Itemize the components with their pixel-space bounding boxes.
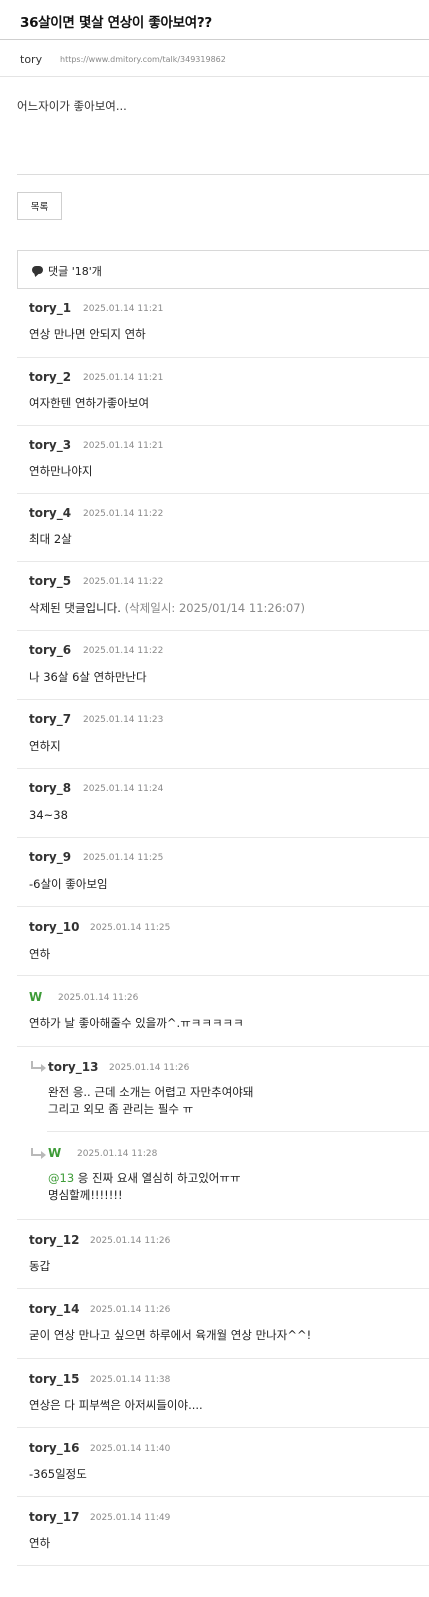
post-url[interactable]: https://www.dmitory.com/talk/349319862: [60, 55, 226, 64]
comment-date: 2025.01.14 11:21: [83, 441, 164, 451]
comment-author[interactable]: W: [29, 990, 42, 1004]
reply-item: W 2025.01.14 11:28 @13 응 진짜 요새 열심히 하고있어ㅠ…: [17, 1132, 429, 1220]
reply-text-line2: 명심할께!!!!!!!: [48, 1188, 123, 1202]
comment-author[interactable]: tory_17: [29, 1510, 79, 1524]
comment-item: W 2025.01.14 11:26 연하가 날 좋아해줄수 있을까^.ㅠㅋㅋㅋ…: [17, 976, 429, 1047]
comment-author[interactable]: tory_14: [29, 1302, 79, 1316]
reply-date: 2025.01.14 11:26: [109, 1063, 190, 1073]
comment-item: tory_17 2025.01.14 11:49 연하: [17, 1497, 429, 1566]
comment-text: -6살이 좋아보임: [29, 877, 108, 891]
reply-arrow-icon: [31, 1061, 46, 1072]
comment-date: 2025.01.14 11:21: [83, 304, 164, 314]
divider: [17, 174, 429, 175]
comment-text: 연하만나야지: [29, 464, 93, 478]
comment-author[interactable]: tory_3: [29, 438, 71, 452]
comment-item: tory_1 2025.01.14 11:21 연상 만나면 안되지 연하: [17, 289, 429, 358]
comment-date: 2025.01.14 11:22: [83, 646, 164, 656]
comment-author[interactable]: tory_6: [29, 643, 71, 657]
comment-text: 굳이 연상 만나고 싶으면 하루에서 육개월 연상 만나자^^!: [29, 1328, 312, 1342]
comment-date: 2025.01.14 11:26: [58, 993, 139, 1003]
comment-item: tory_16 2025.01.14 11:40 -365일정도: [17, 1428, 429, 1497]
comment-text: 연하: [29, 947, 51, 961]
comment-author[interactable]: tory_16: [29, 1441, 79, 1455]
comment-author[interactable]: tory_15: [29, 1372, 79, 1386]
comment-item: tory_14 2025.01.14 11:26 굳이 연상 만나고 싶으면 하…: [17, 1289, 429, 1359]
comment-author[interactable]: tory_7: [29, 712, 71, 726]
comment-item: tory_8 2025.01.14 11:24 34~38: [17, 769, 429, 838]
comment-text: 최대 2살: [29, 532, 72, 546]
comment-text: 연하: [29, 1536, 51, 1550]
reply-text-line2: 그리고 외모 좀 관리는 필수 ㅠ: [48, 1102, 194, 1116]
comment-author[interactable]: tory_1: [29, 301, 71, 315]
comment-text: 연상 만나면 안되지 연하: [29, 327, 146, 341]
comments-header: 댓글 '18'개: [17, 250, 429, 289]
comment-author[interactable]: tory_9: [29, 850, 71, 864]
comment-author[interactable]: tory_2: [29, 370, 71, 384]
comment-date: 2025.01.14 11:21: [83, 373, 164, 383]
list-button[interactable]: 목록: [17, 192, 62, 220]
comment-text: 연하가 날 좋아해줄수 있을까^.ㅠㅋㅋㅋㅋㅋ: [29, 1016, 244, 1030]
comment-author[interactable]: tory_12: [29, 1233, 79, 1247]
comment-author[interactable]: tory_10: [29, 920, 79, 934]
reply-author[interactable]: tory_13: [48, 1060, 98, 1074]
comment-text: 여자한텐 연하가좋아보여: [29, 396, 150, 410]
comment-text: 동갑: [29, 1259, 51, 1273]
reply-author[interactable]: W: [48, 1146, 61, 1160]
comment-date: 2025.01.14 11:40: [90, 1444, 171, 1454]
reply-arrow-icon: [31, 1148, 46, 1159]
comment-text: 연상은 다 피부썩은 아저씨들이야....: [29, 1398, 203, 1412]
comment-date: 2025.01.14 11:23: [83, 715, 164, 725]
comment-item: tory_7 2025.01.14 11:23 연하지: [17, 700, 429, 769]
meta-bar: tory https://www.dmitory.com/talk/349319…: [0, 41, 429, 77]
comment-text: 34~38: [29, 808, 68, 822]
comment-text: 삭제된 댓글입니다. (삭제일시: 2025/01/14 11:26:07): [29, 600, 305, 616]
comment-item: tory_10 2025.01.14 11:25 연하: [17, 907, 429, 976]
comment-date: 2025.01.14 11:22: [83, 509, 164, 519]
comment-text: 연하지: [29, 739, 61, 753]
comment-date: 2025.01.14 11:38: [90, 1375, 171, 1385]
reply-mention[interactable]: @13: [48, 1171, 74, 1185]
reply-text-line1: 완전 응.. 근데 소개는 어렵고 자만추여야돼: [48, 1085, 254, 1099]
comment-bubble-icon: [32, 266, 43, 274]
comment-date: 2025.01.14 11:49: [90, 1513, 171, 1523]
post-title: 36살이면 몇살 연상이 좋아보여??: [20, 15, 212, 31]
comment-author[interactable]: tory_8: [29, 781, 71, 795]
comment-item: tory_5 2025.01.14 11:22 삭제된 댓글입니다. (삭제일시…: [17, 562, 429, 631]
reply-text-line1: @13 응 진짜 요새 열심히 하고있어ㅠㅠ: [48, 1170, 241, 1186]
comment-item: tory_12 2025.01.14 11:26 동갑: [17, 1220, 429, 1289]
post-author[interactable]: tory: [20, 53, 42, 66]
comment-item: tory_6 2025.01.14 11:22 나 36살 6살 연하만난다: [17, 631, 429, 700]
comment-text: 나 36살 6살 연하만난다: [29, 670, 147, 684]
post-body: 어느자이가 좋아보여...: [17, 99, 127, 113]
reply-text: 응 진짜 요새 열심히 하고있어ㅠㅠ: [74, 1171, 241, 1185]
comment-item: tory_15 2025.01.14 11:38 연상은 다 피부썩은 아저씨들…: [17, 1359, 429, 1428]
comment-item: tory_9 2025.01.14 11:25 -6살이 좋아보임: [17, 838, 429, 907]
deleted-comment-text: 삭제된 댓글입니다.: [29, 601, 121, 615]
comment-date: 2025.01.14 11:22: [83, 577, 164, 587]
comment-text: -365일정도: [29, 1467, 87, 1481]
deleted-timestamp: (삭제일시: 2025/01/14 11:26:07): [124, 601, 306, 615]
comment-date: 2025.01.14 11:26: [90, 1236, 171, 1246]
comment-author[interactable]: tory_4: [29, 506, 71, 520]
comment-count: 댓글 '18'개: [48, 265, 102, 278]
comment-item: tory_3 2025.01.14 11:21 연하만나야지: [17, 426, 429, 494]
comment-date: 2025.01.14 11:25: [83, 853, 164, 863]
reply-item: tory_13 2025.01.14 11:26 완전 응.. 근데 소개는 어…: [17, 1047, 429, 1132]
title-bar: 36살이면 몇살 연상이 좋아보여??: [0, 0, 429, 40]
comment-date: 2025.01.14 11:24: [83, 784, 164, 794]
comment-author[interactable]: tory_5: [29, 574, 71, 588]
comment-item: tory_4 2025.01.14 11:22 최대 2살: [17, 494, 429, 562]
reply-date: 2025.01.14 11:28: [77, 1149, 158, 1159]
comment-date: 2025.01.14 11:25: [90, 923, 171, 933]
comment-date: 2025.01.14 11:26: [90, 1305, 171, 1315]
comment-item: tory_2 2025.01.14 11:21 여자한텐 연하가좋아보여: [17, 358, 429, 426]
